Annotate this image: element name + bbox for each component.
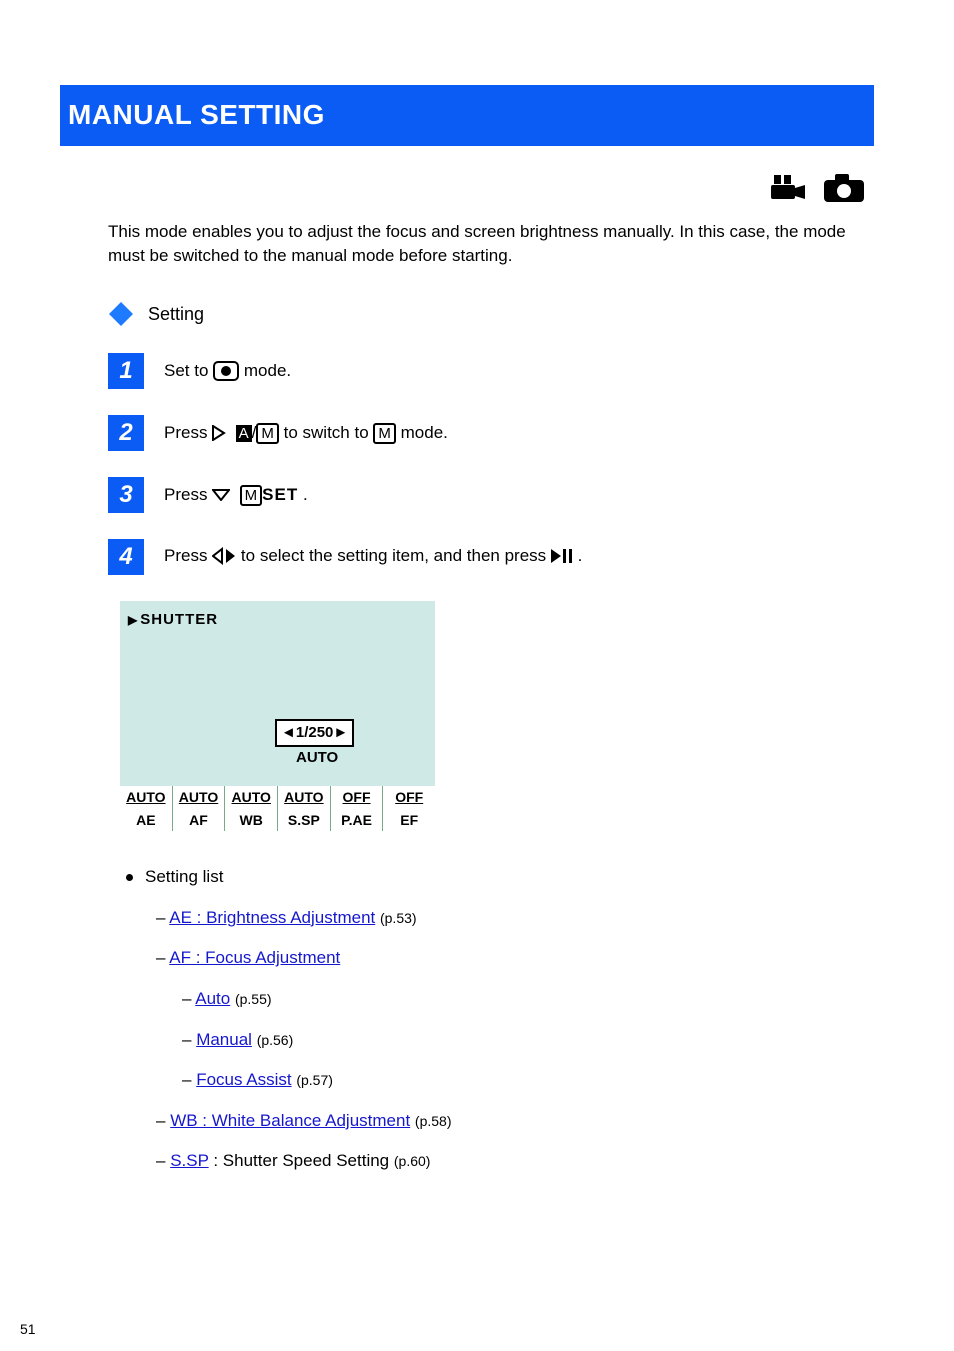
section-title: MANUAL SETTING <box>68 99 325 130</box>
diamond-bullet-icon <box>108 301 134 327</box>
step-2-pre: Press <box>164 423 212 442</box>
step-2-post: mode. <box>401 423 448 442</box>
link-item-auto[interactable]: – Auto (p.55) <box>182 987 874 1012</box>
section-header: MANUAL SETTING <box>60 85 874 146</box>
step-1-pre: Set to <box>164 361 213 380</box>
step-2-mid: to switch to <box>284 423 374 442</box>
setting-heading: Setting <box>148 301 204 327</box>
link-item-ssp[interactable]: S.SP : Shutter Speed Setting (p.60) <box>156 1149 874 1174</box>
step-number: 2 <box>108 415 144 451</box>
link-item-focus-assist[interactable]: – Focus Assist (p.57) <box>182 1068 874 1093</box>
triangle-right-icon: ▶ <box>128 613 138 627</box>
video-mode-icon <box>771 175 807 201</box>
step-3-post: . <box>303 485 308 504</box>
step-3-pre: Press <box>164 485 212 504</box>
intro-text: This mode enables you to adjust the focu… <box>108 220 874 269</box>
mset-label: SET <box>262 485 298 504</box>
m-mode-icon: M <box>256 423 279 444</box>
lcd-cell: AE <box>120 809 172 831</box>
step-4-pre: Press <box>164 546 212 565</box>
lcd-cell: P.AE <box>330 809 383 831</box>
photo-mode-icon <box>824 174 864 202</box>
lcd-cell: AF <box>172 809 225 831</box>
page-number: 51 <box>20 1319 36 1339</box>
triangle-down-icon <box>212 489 230 501</box>
step-number: 3 <box>108 477 144 513</box>
step-1: 1 Set to mode. <box>108 353 874 389</box>
m-mode-icon: M <box>240 485 263 506</box>
step-3: 3 Press MSET . <box>108 477 874 513</box>
m-mode-icon: M <box>373 423 396 444</box>
link-item-ae[interactable]: AE : Brightness Adjustment (p.53) <box>156 906 874 931</box>
lcd-cell: WB <box>224 809 277 831</box>
lcd-cell: S.SP <box>277 809 330 831</box>
step-4-mid: to select the setting item, and then pre… <box>241 546 551 565</box>
step-1-post: mode. <box>244 361 291 380</box>
lcd-shutter-value: ◄1/250► <box>275 719 354 747</box>
lcd-cell: OFF <box>382 786 435 808</box>
setting-list-heading: Setting list <box>126 865 874 890</box>
step-list: 1 Set to mode. 2 Press A/M <box>60 353 874 575</box>
lcd-cell: AUTO <box>172 786 225 808</box>
play-pause-icon <box>551 546 573 571</box>
lcd-cell: AUTO <box>120 786 172 808</box>
step-number: 4 <box>108 539 144 575</box>
left-right-arrows-icon <box>212 547 236 565</box>
link-item-af: AF : Focus Adjustment <box>156 946 874 971</box>
a-mode-icon: A <box>236 425 252 442</box>
mode-icons <box>60 174 874 202</box>
lcd-cell: AUTO <box>277 786 330 808</box>
step-2: 2 Press A/M to switch to M mode. <box>108 415 874 451</box>
step-number: 1 <box>108 353 144 389</box>
step-4: 4 Press to select the setting item, and … <box>108 539 874 575</box>
lcd-cell: AUTO <box>224 786 277 808</box>
lcd-cell: EF <box>382 809 435 831</box>
lcd-title: SHUTTER <box>140 611 218 628</box>
link-item-manual[interactable]: – Manual (p.56) <box>182 1028 874 1053</box>
lcd-cell: OFF <box>330 786 383 808</box>
link-item-wb[interactable]: WB : White Balance Adjustment (p.58) <box>156 1109 874 1134</box>
record-mode-icon <box>213 361 239 381</box>
lcd-auto-label: AUTO <box>296 747 338 769</box>
step-4-post: . <box>578 546 583 565</box>
setting-list: Setting list AE : Brightness Adjustment … <box>126 865 874 1174</box>
lcd-preview: ▶SHUTTER ◄1/250► AUTO AUTO AUTO AUTO AUT… <box>120 601 435 831</box>
triangle-right-icon <box>212 425 226 441</box>
